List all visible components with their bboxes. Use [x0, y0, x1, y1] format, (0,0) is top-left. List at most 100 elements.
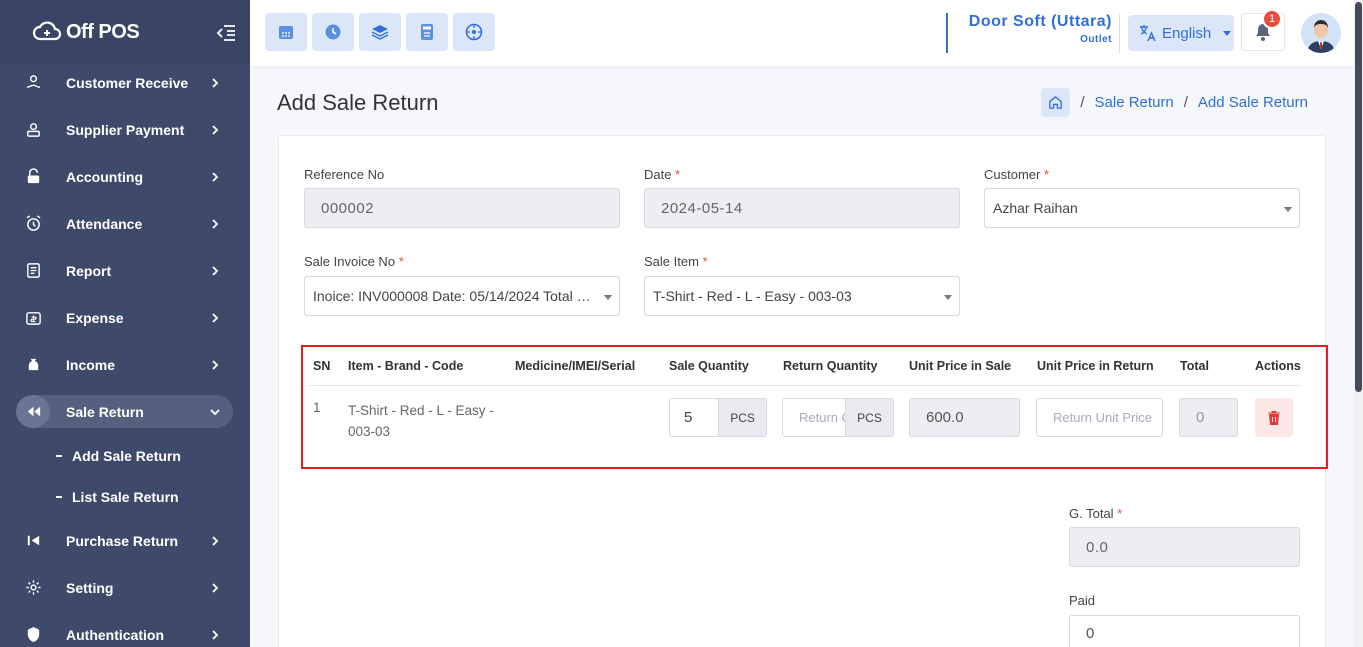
- column-header-serial: Medicine/IMEI/Serial: [515, 359, 636, 373]
- customer-select[interactable]: Azhar Raihan: [984, 188, 1300, 228]
- gear-icon: [24, 579, 42, 597]
- return-qty-field[interactable]: Return Quantity PCS: [782, 398, 894, 437]
- language-dropdown[interactable]: English: [1128, 15, 1234, 51]
- home-button[interactable]: [1041, 88, 1071, 117]
- language-label: English: [1162, 24, 1212, 42]
- column-header-item: Item - Brand - Code: [348, 359, 464, 373]
- breadcrumb-separator: /: [1183, 94, 1188, 111]
- sidebar-item-sale-return[interactable]: Sale Return: [0, 388, 250, 435]
- wallet-user-icon: [24, 121, 42, 139]
- unit-price-sale-field: 600.0: [909, 398, 1020, 437]
- breadcrumb-add-sale-return[interactable]: Add Sale Return: [1198, 94, 1308, 111]
- unit-price-return-input[interactable]: Return Unit Price: [1036, 398, 1163, 437]
- column-header-actions: Actions: [1255, 359, 1301, 373]
- sidebar-item-supplier-payment[interactable]: Supplier Payment: [0, 106, 250, 153]
- avatar-icon: [1301, 13, 1341, 53]
- dashboard-icon: [465, 23, 483, 41]
- chevron-right-icon: [212, 535, 219, 546]
- clock-button[interactable]: [312, 13, 354, 51]
- alarm-clock-icon: [24, 215, 42, 233]
- scrollbar-thumb[interactable]: [1355, 2, 1362, 392]
- breadcrumb-sale-return[interactable]: Sale Return: [1095, 94, 1174, 111]
- sidebar-item-label: Attendance: [66, 215, 143, 232]
- breadcrumb-separator: /: [1080, 94, 1085, 111]
- outlet-name: Door Soft (Uttara): [968, 13, 1112, 30]
- customer-label: Customer *: [984, 167, 1050, 182]
- brand-header: Off POS: [0, 0, 250, 64]
- chevron-right-icon: [212, 218, 219, 229]
- chevron-right-icon: [212, 265, 219, 276]
- gtotal-label: G. Total *: [1069, 506, 1123, 521]
- sidebar-item-label: Authentication: [66, 626, 164, 643]
- reference-input[interactable]: 000002: [304, 188, 620, 228]
- dash-marker: [56, 495, 62, 498]
- sidebar-subitem-label: Add Sale Return: [72, 447, 181, 464]
- date-input[interactable]: 2024-05-14: [644, 188, 960, 228]
- sidebar-nav: Customer Receive Supplier Payment Accoun…: [0, 59, 250, 647]
- sidebar-item-label: Sale Return: [66, 403, 144, 420]
- lock-icon: [24, 168, 42, 186]
- sale-qty-unit: PCS: [718, 399, 766, 436]
- chevron-right-icon: [212, 359, 219, 370]
- shield-icon: [24, 626, 42, 644]
- sidebar-subitem-list-sale-return[interactable]: List Sale Return: [0, 476, 250, 517]
- logo[interactable]: Off POS: [32, 17, 140, 47]
- sale-item-select[interactable]: T-Shirt - Red - L - Easy - 003-03: [644, 276, 960, 316]
- sidebar-item-report[interactable]: Report: [0, 247, 250, 294]
- paid-input[interactable]: 0: [1069, 615, 1300, 647]
- logo-cloud-icon: [32, 21, 62, 41]
- collapse-sidebar-icon[interactable]: [216, 24, 236, 42]
- sidebar-item-expense[interactable]: Expense: [0, 294, 250, 341]
- calculator-button[interactable]: [406, 13, 448, 51]
- report-icon: [24, 262, 42, 280]
- rewind-icon: [24, 403, 42, 421]
- sidebar-item-authentication[interactable]: Authentication: [0, 611, 250, 647]
- sale-item-value: T-Shirt - Red - L - Easy - 003-03: [653, 288, 852, 304]
- layers-icon: [371, 25, 389, 40]
- sidebar-subitem-add-sale-return[interactable]: Add Sale Return: [0, 435, 250, 476]
- pos-register-button[interactable]: [265, 13, 307, 51]
- dash-marker: [56, 454, 62, 457]
- paid-label: Paid: [1069, 593, 1096, 608]
- return-qty-unit: PCS: [845, 399, 893, 436]
- sidebar: Off POS Customer Receive Supplier Paymen…: [0, 0, 250, 647]
- sidebar-item-income[interactable]: Income: [0, 341, 250, 388]
- sidebar-item-attendance[interactable]: Attendance: [0, 200, 250, 247]
- user-avatar[interactable]: [1301, 13, 1341, 53]
- page-scrollbar[interactable]: [1354, 0, 1363, 647]
- sidebar-item-setting[interactable]: Setting: [0, 564, 250, 611]
- sale-qty-field: 5 PCS: [669, 398, 767, 437]
- sidebar-item-label: Expense: [66, 309, 124, 326]
- dashboard-button[interactable]: [453, 13, 495, 51]
- row-item: T-Shirt - Red - L - Easy - 003-03: [348, 403, 494, 439]
- notification-button[interactable]: 1: [1241, 9, 1285, 51]
- home-icon: [1049, 96, 1063, 109]
- clock-icon: [325, 24, 341, 40]
- chevron-right-icon: [212, 582, 219, 593]
- money-bag-icon: [24, 356, 42, 374]
- sidebar-item-accounting[interactable]: Accounting: [0, 153, 250, 200]
- sidebar-item-label: Income: [66, 356, 116, 373]
- sidebar-item-label: Accounting: [66, 168, 143, 185]
- sidebar-item-customer-receive[interactable]: Customer Receive: [0, 59, 250, 106]
- return-qty-input[interactable]: Return Quantity: [783, 399, 846, 436]
- customer-value: Azhar Raihan: [993, 200, 1078, 216]
- layers-button[interactable]: [359, 13, 401, 51]
- logo-text: Off POS: [66, 20, 140, 43]
- sale-item-label: Sale Item *: [644, 254, 708, 269]
- column-header-sale-qty: Sale Quantity: [669, 359, 749, 373]
- sidebar-item-label: Customer Receive: [66, 74, 189, 91]
- sidebar-item-purchase-return[interactable]: Purchase Return: [0, 517, 250, 564]
- chevron-right-icon: [212, 312, 219, 323]
- notification-badge: 1: [1262, 9, 1282, 29]
- trash-icon: [1268, 410, 1280, 425]
- top-bar: Door Soft (Uttara) Outlet English 1: [250, 0, 1363, 66]
- date-label: Date *: [644, 167, 681, 182]
- outlet-selector[interactable]: Door Soft (Uttara) Outlet: [946, 13, 1112, 53]
- caret-down-icon: [1223, 30, 1232, 36]
- delete-row-button[interactable]: [1255, 398, 1293, 437]
- caret-down-icon: [944, 295, 952, 300]
- sidebar-item-label: Report: [66, 262, 112, 279]
- hand-coin-icon: [24, 74, 42, 92]
- invoice-select[interactable]: Inoice: INV000008 Date: 05/14/2024 Total…: [304, 276, 620, 316]
